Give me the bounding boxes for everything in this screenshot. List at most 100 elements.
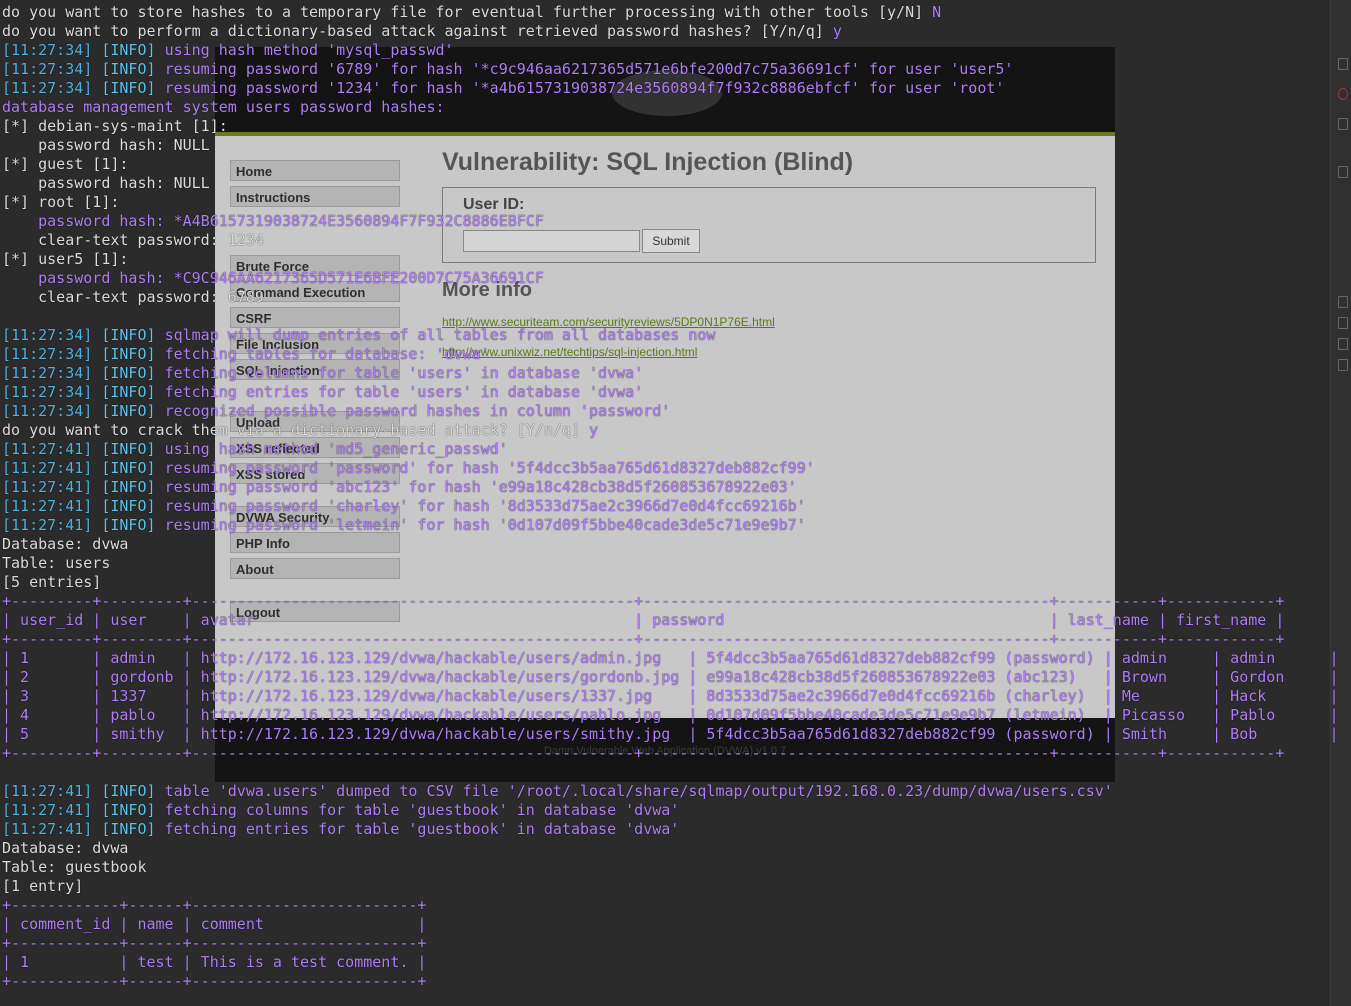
log-message: resuming password 'abc123' for hash 'e99… xyxy=(164,478,797,496)
table-row: +---------+---------+-------------------… xyxy=(0,630,1351,649)
log-level: [INFO] xyxy=(101,516,156,534)
output-text: [*] guest [1]: xyxy=(2,155,129,173)
log-line: [11:27:34] [INFO] fetching entries for t… xyxy=(0,383,1351,402)
log-level: [INFO] xyxy=(101,820,156,838)
output-line: [5 entries] xyxy=(0,573,1351,592)
table-row-text: | user_id | user | avatar | password | l… xyxy=(2,611,1285,629)
log-line: [11:27:34] [INFO] using hash method 'mys… xyxy=(0,41,1351,60)
output-text: clear-text password: 6789 xyxy=(2,288,264,306)
output-text: Database: dvwa xyxy=(2,535,129,553)
table-row: | comment_id | name | comment | xyxy=(0,915,1351,934)
table-row: | 1 | test | This is a test comment. | xyxy=(0,953,1351,972)
log-level: [INFO] xyxy=(101,478,156,496)
log-line: [11:27:41] [INFO] resuming password 'cha… xyxy=(0,497,1351,516)
output-text: [5 entries] xyxy=(2,573,102,591)
log-line: [11:27:41] [INFO] fetching columns for t… xyxy=(0,801,1351,820)
prompt-text: do you want to store hashes to a tempora… xyxy=(2,3,933,21)
log-message: sqlmap will dump entries of all tables f… xyxy=(164,326,716,344)
log-level: [INFO] xyxy=(101,459,156,477)
prompt-text: do you want to crack them via a dictiona… xyxy=(2,421,589,439)
log-line: [11:27:41] [INFO] resuming password 'let… xyxy=(0,516,1351,535)
output-text: password hash: *C9C946AA6217365D571E6BFE… xyxy=(2,269,544,287)
prompt-text: do you want to perform a dictionary-base… xyxy=(2,22,833,40)
log-timestamp: [11:27:34] xyxy=(2,60,93,78)
log-timestamp: [11:27:41] xyxy=(2,440,93,458)
log-level: [INFO] xyxy=(101,326,156,344)
log-timestamp: [11:27:41] xyxy=(2,820,93,838)
output-line: database management system users passwor… xyxy=(0,98,1351,117)
log-message: resuming password 'charley' for hash '8d… xyxy=(164,497,806,515)
table-row-text: | 1 | test | This is a test comment. | xyxy=(2,953,427,971)
output-line: Database: dvwa xyxy=(0,535,1351,554)
log-message: resuming password '1234' for hash '*a4b6… xyxy=(164,79,1005,97)
output-text: password hash: NULL xyxy=(2,174,210,192)
table-row-text: +---------+---------+-------------------… xyxy=(2,592,1285,610)
prompt-line: do you want to perform a dictionary-base… xyxy=(0,22,1351,41)
terminal-output[interactable]: do you want to store hashes to a tempora… xyxy=(0,3,1351,1006)
log-message: fetching entries for table 'guestbook' i… xyxy=(164,820,680,838)
output-text: [*] root [1]: xyxy=(2,193,120,211)
prompt-answer: y xyxy=(589,421,599,439)
table-row-text: +---------+---------+-------------------… xyxy=(2,630,1285,648)
log-timestamp: [11:27:41] xyxy=(2,497,93,515)
log-timestamp: [11:27:34] xyxy=(2,345,93,363)
log-message: fetching entries for table 'users' in da… xyxy=(164,383,644,401)
table-row: | 3 | 1337 | http://172.16.123.129/dvwa/… xyxy=(0,687,1351,706)
log-level: [INFO] xyxy=(101,60,156,78)
log-timestamp: [11:27:34] xyxy=(2,326,93,344)
table-row: | 4 | pablo | http://172.16.123.129/dvwa… xyxy=(0,706,1351,725)
output-line: [1 entry] xyxy=(0,877,1351,896)
table-row-text: | 2 | gordonb | http://172.16.123.129/dv… xyxy=(2,668,1339,686)
prompt-line: do you want to store hashes to a tempora… xyxy=(0,3,1351,22)
table-row: | 2 | gordonb | http://172.16.123.129/dv… xyxy=(0,668,1351,687)
table-row: | 1 | admin | http://172.16.123.129/dvwa… xyxy=(0,649,1351,668)
log-timestamp: [11:27:34] xyxy=(2,383,93,401)
log-level: [INFO] xyxy=(101,345,156,363)
prompt-line: do you want to crack them via a dictiona… xyxy=(0,421,1351,440)
output-text: clear-text password: 1234 xyxy=(2,231,264,249)
table-row: +------------+------+-------------------… xyxy=(0,896,1351,915)
log-level: [INFO] xyxy=(101,782,156,800)
table-row-text: | 5 | smithy | http://172.16.123.129/dvw… xyxy=(2,725,1339,743)
log-level: [INFO] xyxy=(101,402,156,420)
output-line: [*] guest [1]: xyxy=(0,155,1351,174)
log-level: [INFO] xyxy=(101,383,156,401)
table-row-text: +------------+------+-------------------… xyxy=(2,972,427,990)
log-line: [11:27:34] [INFO] fetching tables for da… xyxy=(0,345,1351,364)
output-line: Table: users xyxy=(0,554,1351,573)
log-message: resuming password 'password' for hash '5… xyxy=(164,459,815,477)
table-row: | 5 | smithy | http://172.16.123.129/dvw… xyxy=(0,725,1351,744)
log-line: [11:27:41] [INFO] resuming password 'pas… xyxy=(0,459,1351,478)
log-timestamp: [11:27:41] xyxy=(2,782,93,800)
log-line: [11:27:34] [INFO] resuming password '678… xyxy=(0,60,1351,79)
log-message: recognized possible password hashes in c… xyxy=(164,402,671,420)
log-level: [INFO] xyxy=(101,801,156,819)
output-line: clear-text password: 1234 xyxy=(0,231,1351,250)
log-message: using hash method 'mysql_passwd' xyxy=(164,41,454,59)
log-level: [INFO] xyxy=(101,440,156,458)
log-line: [11:27:41] [INFO] resuming password 'abc… xyxy=(0,478,1351,497)
table-row: +------------+------+-------------------… xyxy=(0,972,1351,991)
log-timestamp: [11:27:41] xyxy=(2,516,93,534)
log-message: fetching columns for table 'guestbook' i… xyxy=(164,801,680,819)
output-text: [*] debian-sys-maint [1]: xyxy=(2,117,228,135)
output-line: Table: guestbook xyxy=(0,858,1351,877)
log-level: [INFO] xyxy=(101,79,156,97)
output-text: Database: dvwa xyxy=(2,839,129,857)
table-row-text: +------------+------+-------------------… xyxy=(2,896,427,914)
output-line: password hash: NULL xyxy=(0,136,1351,155)
table-row: | user_id | user | avatar | password | l… xyxy=(0,611,1351,630)
log-message: using hash method 'md5_generic_passwd' xyxy=(164,440,508,458)
log-line: [11:27:41] [INFO] using hash method 'md5… xyxy=(0,440,1351,459)
table-row-text: +---------+---------+-------------------… xyxy=(2,744,1285,762)
output-text: [1 entry] xyxy=(2,877,84,895)
log-message: table 'dvwa.users' dumped to CSV file '/… xyxy=(164,782,1113,800)
table-row-text: +------------+------+-------------------… xyxy=(2,934,427,952)
log-timestamp: [11:27:34] xyxy=(2,364,93,382)
output-text: password hash: NULL xyxy=(2,136,210,154)
output-text: Table: guestbook xyxy=(2,858,147,876)
log-line: [11:27:41] [INFO] table 'dvwa.users' dum… xyxy=(0,782,1351,801)
log-level: [INFO] xyxy=(101,497,156,515)
log-message: fetching columns for table 'users' in da… xyxy=(164,364,644,382)
